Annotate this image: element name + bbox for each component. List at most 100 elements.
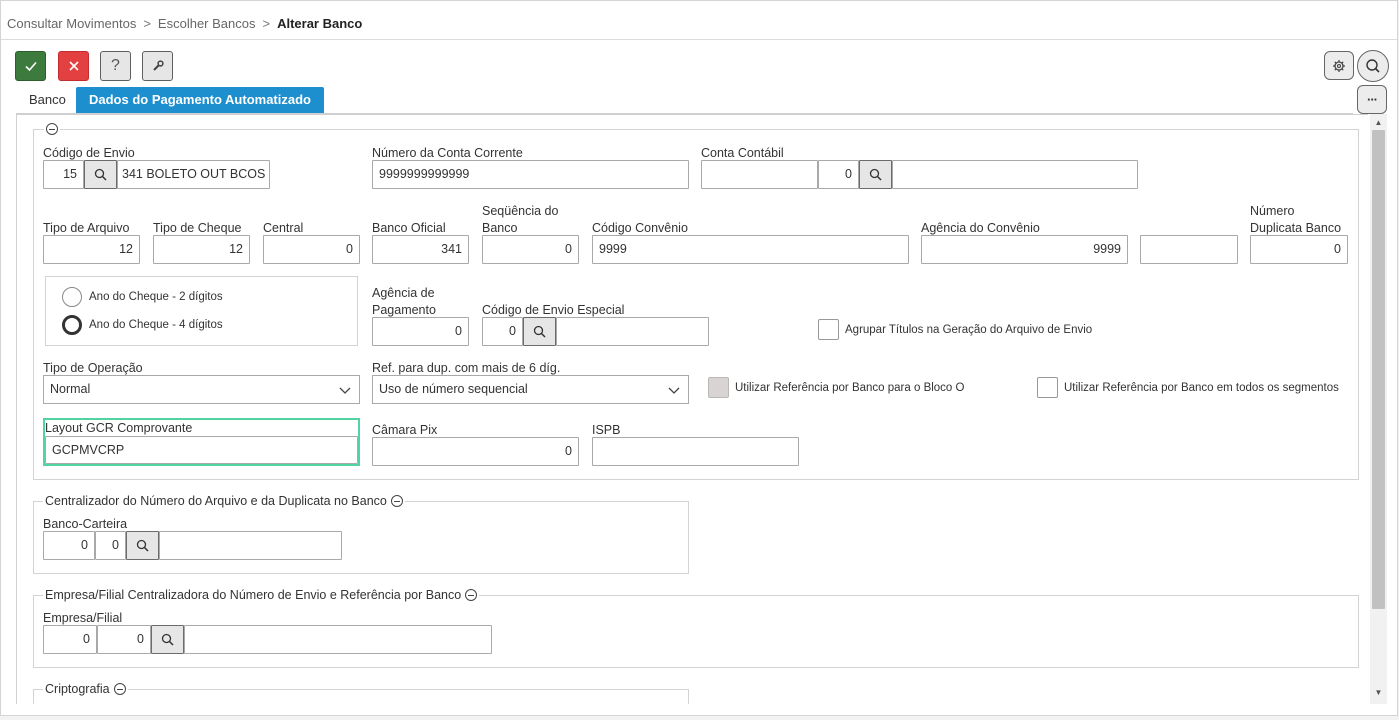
chevron-down-icon bbox=[339, 387, 351, 394]
agrupar-titulos-label: Agrupar Títulos na Geração do Arquivo de… bbox=[845, 324, 1093, 336]
numero-conta-input[interactable]: 9999999999999 bbox=[372, 160, 689, 189]
breadcrumb-current: Alterar Banco bbox=[277, 16, 363, 31]
camara-pix-input[interactable]: 0 bbox=[372, 437, 579, 466]
breadcrumb: Consultar Movimentos > Escolher Bancos > Alt… bbox=[7, 16, 362, 31]
ref-todos-label: Utilizar Referência por Banco em todos o… bbox=[1064, 382, 1339, 394]
empresa-legend[interactable]: Empresa/Filial Centralizadora do Número … bbox=[43, 587, 480, 603]
codigo-envio-search-button[interactable] bbox=[84, 160, 117, 189]
tab-banco[interactable]: Banco bbox=[16, 87, 79, 113]
conta-contabil-code-input[interactable]: 0 bbox=[818, 160, 859, 189]
conta-contabil-label: Conta Contábil bbox=[701, 146, 784, 160]
banco-oficial-input[interactable]: 341 bbox=[372, 235, 469, 264]
agencia-convenio-extra-input[interactable] bbox=[1140, 235, 1238, 264]
search-button[interactable] bbox=[1357, 50, 1389, 82]
banco-carteira-label: Banco-Carteira bbox=[43, 517, 128, 531]
search-icon bbox=[161, 633, 174, 646]
ano-cheque-4-radio[interactable] bbox=[62, 315, 82, 335]
centralizador-legend[interactable]: Centralizador do Número do Arquivo e da … bbox=[43, 493, 405, 509]
tools-button[interactable] bbox=[142, 51, 173, 81]
empresa-filial-desc bbox=[184, 625, 492, 654]
criptografia-fieldset bbox=[33, 689, 689, 704]
search-icon bbox=[533, 325, 546, 338]
tipo-operacao-select[interactable]: Normal bbox=[43, 375, 360, 404]
ano-cheque-2-label: Ano do Cheque - 2 dígitos bbox=[89, 291, 223, 303]
tipo-arquivo-label: Tipo de Arquivo bbox=[43, 221, 130, 235]
codigo-convenio-label: Código Convênio bbox=[592, 221, 688, 235]
criptografia-legend[interactable]: Criptografia bbox=[43, 681, 128, 697]
ref-todos-checkbox[interactable] bbox=[1037, 377, 1058, 398]
agencia-pagamento-label: Agência de Pagamento bbox=[372, 286, 436, 317]
ano-cheque-group bbox=[45, 276, 358, 346]
more-icon: ··· bbox=[1367, 92, 1378, 107]
conta-contabil-input[interactable] bbox=[701, 160, 818, 189]
close-icon bbox=[68, 61, 79, 71]
codigo-envio-especial-input[interactable]: 0 bbox=[482, 317, 523, 346]
scrollbar-thumb[interactable] bbox=[1372, 130, 1385, 609]
ispb-label: ISPB bbox=[592, 423, 621, 437]
tipo-arquivo-input[interactable]: 12 bbox=[43, 235, 140, 264]
collapse-icon bbox=[465, 589, 478, 601]
banco-carteira-search-button[interactable] bbox=[126, 531, 159, 560]
main-fieldset-toggle[interactable] bbox=[44, 123, 60, 135]
tipo-cheque-input[interactable]: 12 bbox=[153, 235, 250, 264]
numero-duplicata-label: Número Duplicata Banco bbox=[1250, 204, 1342, 235]
search-icon bbox=[136, 539, 149, 552]
conta-contabil-search-button[interactable] bbox=[859, 160, 892, 189]
layout-gcr-label: Layout GCR Comprovante bbox=[45, 421, 193, 435]
empresa-filial-label: Empresa/Filial bbox=[43, 611, 123, 625]
collapse-icon bbox=[390, 495, 403, 507]
gear-icon bbox=[1333, 59, 1345, 72]
ref-dup-select[interactable]: Uso de número sequencial bbox=[372, 375, 689, 404]
layout-gcr-input[interactable]: GCPMVCRP bbox=[45, 436, 358, 464]
settings-button[interactable] bbox=[1324, 51, 1354, 80]
codigo-envio-input[interactable]: 15 bbox=[43, 160, 84, 189]
tipo-operacao-value: Normal bbox=[50, 382, 91, 396]
central-label: Central bbox=[263, 221, 304, 235]
codigo-envio-especial-label: Código de Envio Especial bbox=[482, 303, 625, 317]
empresa-filial-search-button[interactable] bbox=[151, 625, 184, 654]
sequencia-banco-input[interactable]: 0 bbox=[482, 235, 579, 264]
agencia-convenio-label: Agência do Convênio bbox=[921, 221, 1040, 235]
banco-carteira-input-1[interactable]: 0 bbox=[43, 531, 95, 560]
confirm-button[interactable] bbox=[15, 51, 46, 81]
agrupar-titulos-checkbox[interactable] bbox=[818, 319, 839, 340]
agencia-convenio-input[interactable]: 9999 bbox=[921, 235, 1128, 264]
codigo-envio-especial-search-button[interactable] bbox=[523, 317, 556, 346]
ano-cheque-2-radio[interactable] bbox=[62, 287, 82, 307]
numero-duplicata-input[interactable]: 0 bbox=[1250, 235, 1348, 264]
filial-input[interactable]: 0 bbox=[97, 625, 151, 654]
ref-dup-label: Ref. para dup. com mais de 6 díg. bbox=[372, 361, 561, 375]
help-button[interactable]: ? bbox=[100, 51, 131, 81]
breadcrumb-item-escolher[interactable]: Escolher Bancos bbox=[158, 16, 256, 31]
sequencia-banco-label: Seqüência do Banco bbox=[482, 204, 559, 235]
empresa-input[interactable]: 0 bbox=[43, 625, 97, 654]
agencia-pagamento-input[interactable]: 0 bbox=[372, 317, 469, 346]
codigo-envio-label: Código de Envio bbox=[43, 146, 135, 160]
breadcrumb-separator: > bbox=[143, 16, 151, 31]
check-icon bbox=[24, 61, 37, 72]
criptografia-title: Criptografia bbox=[45, 682, 110, 696]
ispb-input[interactable] bbox=[592, 437, 799, 466]
ano-cheque-4-label: Ano do Cheque - 4 dígitos bbox=[89, 319, 223, 331]
tab-dados-pagamento[interactable]: Dados do Pagamento Automatizado bbox=[76, 87, 324, 113]
central-input[interactable]: 0 bbox=[263, 235, 360, 264]
breadcrumb-separator: > bbox=[262, 16, 271, 31]
ref-dup-value: Uso de número sequencial bbox=[379, 382, 528, 396]
codigo-envio-desc: 341 BOLETO OUT BCOS bbox=[117, 160, 270, 189]
banco-carteira-input-2[interactable]: 0 bbox=[95, 531, 126, 560]
banco-oficial-label: Banco Oficial bbox=[372, 221, 446, 235]
scroll-up-icon[interactable]: ▲ bbox=[1372, 117, 1385, 129]
numero-conta-label: Número da Conta Corrente bbox=[372, 146, 523, 160]
tipo-operacao-label: Tipo de Operação bbox=[43, 361, 143, 375]
search-icon bbox=[94, 168, 107, 181]
codigo-convenio-input[interactable]: 9999 bbox=[592, 235, 909, 264]
more-button[interactable]: ··· bbox=[1357, 85, 1387, 114]
breadcrumb-item-consultar[interactable]: Consultar Movimentos bbox=[7, 16, 136, 31]
ref-bloco-o-checkbox[interactable] bbox=[708, 377, 729, 398]
chevron-down-icon bbox=[668, 387, 680, 394]
scroll-down-icon[interactable]: ▼ bbox=[1372, 687, 1385, 699]
empresa-title: Empresa/Filial Centralizadora do Número … bbox=[45, 588, 462, 602]
camara-pix-label: Câmara Pix bbox=[372, 423, 438, 437]
cancel-button[interactable] bbox=[58, 51, 89, 81]
search-icon bbox=[869, 168, 882, 181]
